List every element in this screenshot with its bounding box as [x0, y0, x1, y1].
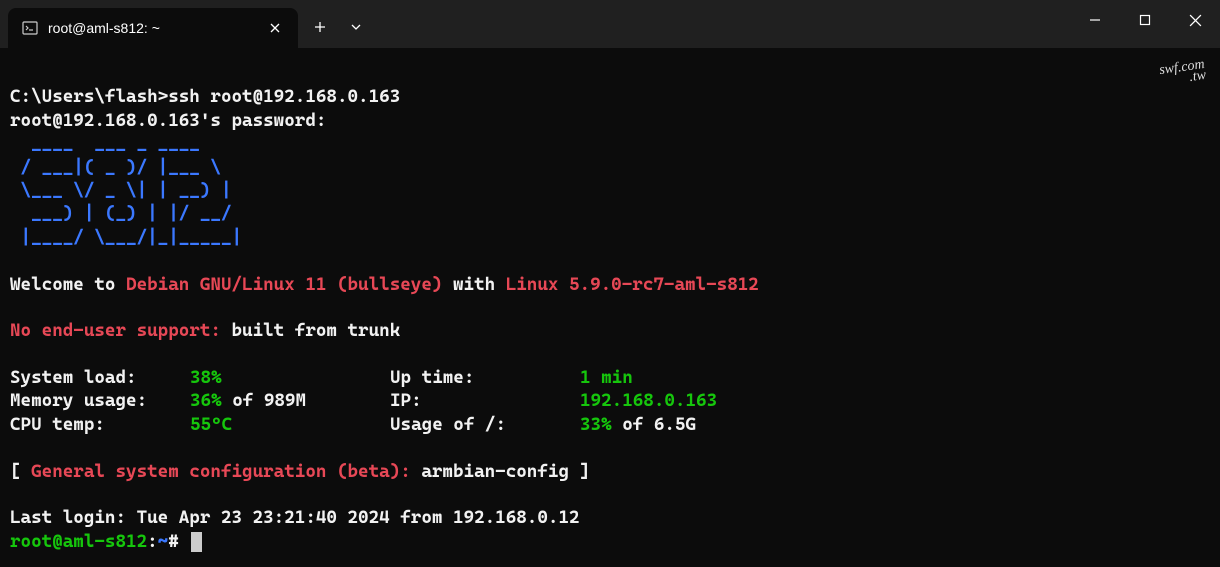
close-window-button[interactable] — [1170, 0, 1220, 40]
maximize-button[interactable] — [1120, 0, 1170, 40]
ip-value: 192.168.0.163 — [580, 390, 717, 411]
welcome-text: Welcome to — [10, 274, 126, 295]
window-controls — [1070, 0, 1220, 40]
terminal-output[interactable]: C:\Users\flash>ssh root@192.168.0.163 ro… — [0, 48, 1220, 567]
bracket-close: ] — [569, 461, 590, 482]
kernel-name: Linux 5.9.0-rc7-aml-s812 — [506, 274, 759, 295]
ascii-art-line: |____/ \___/|_|_____| — [10, 227, 242, 248]
ascii-art-line: \___ \/ _ \| | __) | — [10, 180, 231, 201]
usage-value: 33% — [580, 414, 612, 435]
password-prompt: root@192.168.0.163's password: — [10, 110, 326, 131]
tab-dropdown-button[interactable] — [338, 9, 374, 45]
config-colon: : — [400, 461, 421, 482]
cpu-temp-label: CPU temp: — [10, 413, 190, 436]
uptime-value: 1 min — [580, 367, 633, 388]
uptime-label: Up time: — [390, 366, 580, 389]
memory-label: Memory usage: — [10, 389, 190, 412]
usage-label: Usage of /: — [390, 413, 580, 436]
system-load-value: 38% — [190, 367, 222, 388]
ascii-art-line: ___) | (_) | |/ __/ — [10, 203, 231, 224]
close-tab-button[interactable] — [266, 19, 284, 37]
with-text: with — [442, 274, 505, 295]
minimize-button[interactable] — [1070, 0, 1120, 40]
ascii-art-line: ____ ___ _ ____ — [10, 133, 200, 154]
terminal-icon — [22, 20, 38, 36]
chevron-down-icon — [350, 21, 362, 33]
system-load-label: System load: — [10, 366, 190, 389]
cpu-temp-value: 55°C — [190, 414, 232, 435]
close-icon — [1189, 14, 1202, 27]
ascii-art-line: / ___|( _ )/ |___ \ — [10, 157, 221, 178]
support-value: built from trunk — [221, 320, 400, 341]
ip-label: IP: — [390, 389, 580, 412]
memory-value: 36% — [190, 390, 222, 411]
minimize-icon — [1089, 14, 1101, 26]
last-login: Last login: Tue Apr 23 23:21:40 2024 fro… — [10, 507, 580, 528]
usage-of: of 6.5G — [612, 414, 696, 435]
watermark: swf.com .tw — [1158, 59, 1206, 87]
config-cmd: armbian-config — [421, 461, 569, 482]
config-label: General system configuration (beta) — [31, 461, 400, 482]
ssh-command-line: C:\Users\flash>ssh root@192.168.0.163 — [10, 86, 400, 107]
tab-title: root@aml-s812: ~ — [48, 20, 256, 36]
titlebar: root@aml-s812: ~ — [0, 0, 1220, 48]
memory-of: of 989M — [222, 390, 306, 411]
maximize-icon — [1139, 14, 1151, 26]
new-tab-button[interactable] — [302, 9, 338, 45]
terminal-cursor — [191, 532, 202, 552]
plus-icon — [313, 20, 327, 34]
terminal-tab[interactable]: root@aml-s812: ~ — [8, 8, 298, 48]
os-name: Debian GNU/Linux 11 (bullseye) — [126, 274, 442, 295]
bracket-open: [ — [10, 461, 31, 482]
support-label: No end-user support: — [10, 320, 221, 341]
